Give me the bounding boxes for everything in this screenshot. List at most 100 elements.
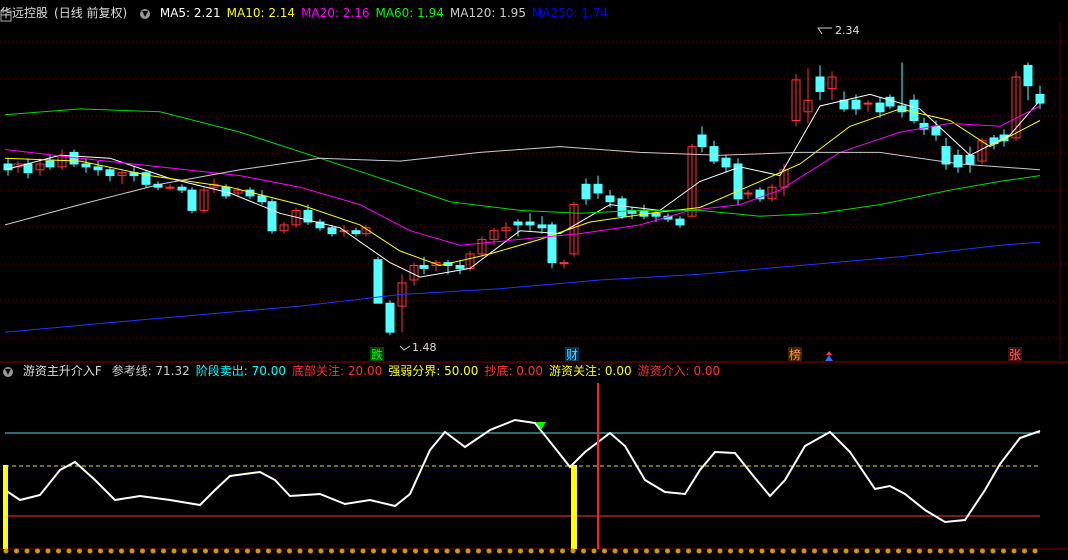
indicator-name[interactable]: 游资主升介入F — [23, 364, 102, 378]
signal-dot — [696, 548, 702, 554]
signal-dot — [77, 548, 82, 554]
signal-dot — [224, 548, 229, 554]
event-label: 跌 — [371, 347, 383, 362]
signal-dot — [528, 548, 534, 554]
signal-dot — [591, 548, 597, 554]
signal-dot — [507, 548, 513, 554]
signal-dot — [150, 548, 156, 554]
indicator-values: 参考线: 71.32 阶段卖出: 70.00 底部关注: 20.00 强弱分界: 50… — [112, 364, 727, 378]
signal-dot — [255, 548, 261, 554]
signal-dot — [371, 548, 376, 554]
signal-dot — [1001, 548, 1006, 554]
candle-body — [327, 227, 337, 235]
signal-dot — [959, 548, 964, 554]
signal-dot — [434, 548, 439, 554]
signal-dot — [896, 548, 901, 554]
signal-dot — [171, 548, 177, 554]
signal-dot — [602, 548, 607, 554]
indicator-legend-item: 阶段卖出: 70.00 — [195, 364, 286, 378]
signal-dot — [108, 548, 114, 554]
signal-dot — [329, 548, 334, 554]
signal-dot — [35, 548, 40, 554]
signal-dot — [140, 548, 145, 554]
low-price-label: 1.48 — [412, 341, 437, 354]
signal-dot — [360, 548, 366, 554]
indicator-legend: ▼ 游资主升介入F 参考线: 71.32 阶段卖出: 70.00 底部关注: 20.… — [0, 362, 732, 380]
signal-dot — [644, 548, 649, 554]
signal-dot — [98, 548, 103, 554]
candle-body — [513, 221, 523, 226]
signal-dot — [213, 548, 219, 554]
candle-body — [965, 154, 975, 165]
signal-dot — [1011, 548, 1017, 554]
candle-body — [651, 212, 661, 217]
signal-dot — [780, 548, 786, 554]
signal-dot — [245, 548, 250, 554]
candle-body — [537, 224, 547, 229]
signal-dot — [24, 548, 30, 554]
candle-body — [863, 102, 873, 105]
signal-dot — [801, 548, 807, 554]
signal-dot — [570, 548, 576, 554]
signal-dot — [518, 548, 523, 554]
signal-dot — [381, 548, 387, 554]
signal-dot — [864, 548, 870, 554]
signal-dot — [980, 548, 985, 554]
signal-dot — [539, 548, 544, 554]
indicator-legend-item: 游资介入: 0.00 — [637, 364, 721, 378]
signal-bar — [571, 465, 577, 549]
signal-dot — [161, 548, 166, 554]
candle-body — [547, 224, 557, 264]
signal-dot — [486, 548, 492, 554]
signal-dot — [560, 548, 565, 554]
candle-body — [675, 218, 685, 226]
signal-dot — [3, 548, 9, 554]
signal-dot — [192, 548, 198, 554]
signal-dot — [476, 548, 481, 554]
signal-dot — [129, 548, 135, 554]
signal-dot — [182, 548, 187, 554]
candle-body — [953, 154, 963, 168]
signal-dot — [665, 548, 670, 554]
candle-body — [187, 189, 197, 211]
signal-dot — [812, 548, 817, 554]
signal-dot — [234, 548, 240, 554]
signal-dot — [675, 548, 681, 554]
signal-dot — [822, 548, 828, 554]
signal-dot — [287, 548, 292, 554]
candle-body — [267, 201, 277, 232]
signal-dot — [686, 548, 691, 554]
signal-dot — [203, 548, 208, 554]
indicator-legend-item: 底部关注: 20.00 — [292, 364, 383, 378]
signal-dot — [948, 548, 954, 554]
signal-dot — [350, 548, 355, 554]
candle-body — [23, 163, 33, 174]
candle-body — [617, 198, 627, 217]
signal-dot — [402, 548, 408, 554]
signal-dot — [56, 548, 61, 554]
signal-dot — [276, 548, 282, 554]
signal-dot — [444, 548, 450, 554]
signal-dot — [770, 548, 775, 554]
candle-body — [93, 166, 103, 171]
signal-dot — [612, 548, 618, 554]
candle-body — [581, 183, 591, 200]
signal-dot — [843, 548, 849, 554]
candle-body — [851, 99, 861, 110]
candle-body — [721, 157, 731, 168]
signal-dot — [990, 548, 996, 554]
signal-dot — [749, 548, 754, 554]
dropdown-icon[interactable]: ▼ — [3, 366, 13, 377]
signal-dot — [738, 548, 744, 554]
kline-chart[interactable]: 2.34 1.48 跌 财 榜 张 — [0, 0, 1068, 560]
signal-dot — [318, 548, 324, 554]
indicator-legend-item: 抄底: 0.00 — [484, 364, 544, 378]
signal-dot — [1022, 548, 1027, 554]
event-arrow-icon — [826, 351, 832, 355]
signal-dot — [654, 548, 660, 554]
candle-body — [743, 192, 753, 195]
candle-body — [45, 160, 55, 168]
candle-body — [1023, 64, 1033, 87]
signal-dot — [392, 548, 397, 554]
candle-body — [559, 262, 569, 265]
